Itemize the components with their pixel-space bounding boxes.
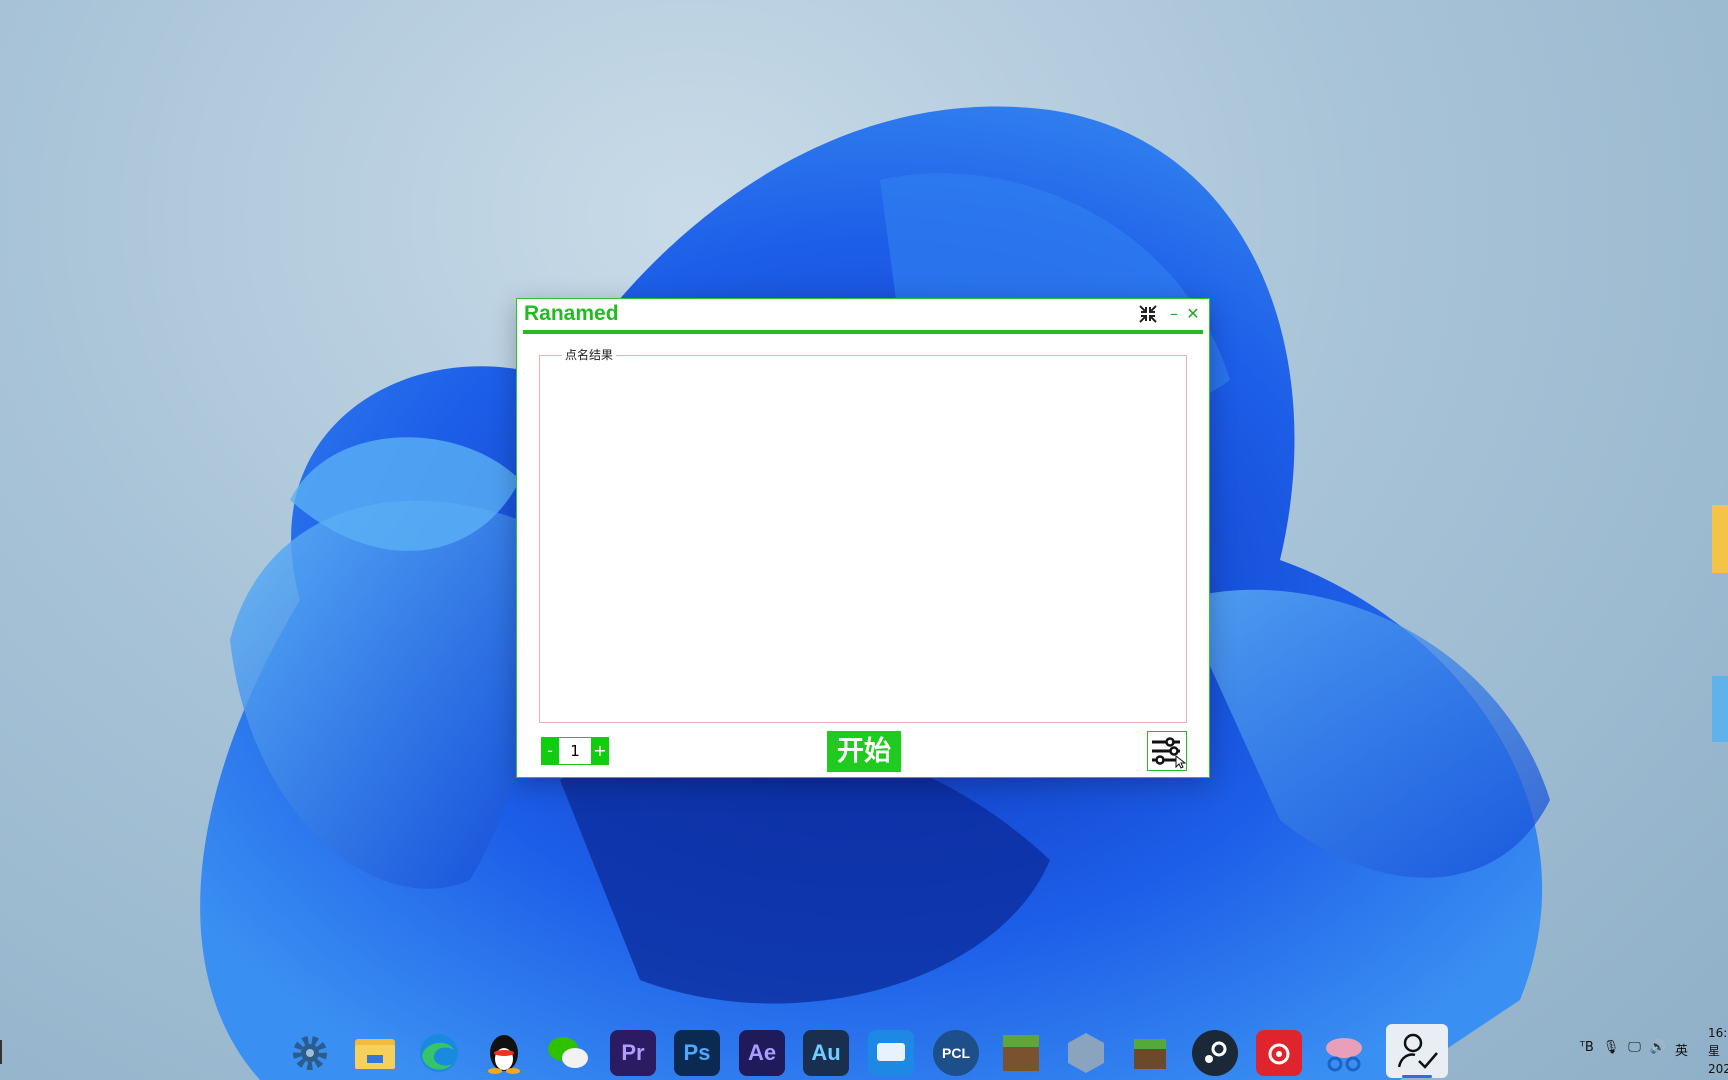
photoshop-icon[interactable]: Ps [674, 1030, 720, 1076]
ranamed-window: Ranamed – ✕ 点名结果 - 1 + 开始 [516, 298, 1210, 778]
edge-browser-icon[interactable] [416, 1030, 462, 1076]
qq-icon[interactable] [481, 1030, 527, 1076]
netease-music-icon[interactable] [1256, 1030, 1302, 1076]
window-title: Ranamed [524, 302, 619, 325]
ime-indicator[interactable]: 英 [1675, 1040, 1688, 1059]
premiere-icon[interactable]: Pr [610, 1030, 656, 1076]
result-group: 点名结果 [539, 346, 1187, 723]
minimize-icon[interactable]: – [1167, 304, 1181, 324]
clock-time: 16: [1708, 1026, 1728, 1040]
clock-year: 202 [1708, 1062, 1728, 1076]
edge-folder-fragment [1712, 505, 1728, 573]
tray-app-icon[interactable]: ᵀB [1580, 1040, 1594, 1059]
network-icon[interactable]: 🖵 [1628, 1040, 1641, 1059]
count-input[interactable]: 1 [559, 737, 591, 765]
close-icon[interactable]: ✕ [1185, 304, 1201, 324]
active-app-indicator [1402, 1075, 1432, 1078]
aftereffects-icon[interactable]: Ae [739, 1030, 785, 1076]
snipping-tool-icon[interactable] [1321, 1030, 1367, 1076]
title-divider [523, 330, 1203, 334]
result-group-label: 点名结果 [562, 346, 617, 363]
decrement-button[interactable]: - [541, 737, 559, 765]
system-tray: ᵀB 🎙 🖵 🔊 英 [1580, 1040, 1688, 1059]
ranamed-taskbar-icon[interactable] [1386, 1024, 1448, 1078]
pcl-launcher-icon[interactable]: PCL [933, 1030, 979, 1076]
settings-gear-icon[interactable] [287, 1030, 333, 1076]
clock-weekday: 星 [1708, 1044, 1721, 1058]
show-desktop-edge[interactable] [0, 1040, 2, 1064]
sliders-icon [1152, 737, 1187, 769]
hex-app-icon[interactable] [1063, 1030, 1109, 1076]
title-bar[interactable]: Ranamed – ✕ [517, 299, 1209, 334]
minecraft-icon[interactable] [998, 1030, 1044, 1076]
start-button[interactable]: 开始 [827, 731, 901, 772]
increment-button[interactable]: + [591, 737, 609, 765]
wechat-icon[interactable] [545, 1030, 591, 1076]
file-explorer-icon[interactable] [352, 1030, 398, 1076]
audition-icon[interactable]: Au [803, 1030, 849, 1076]
screen-share-icon[interactable] [868, 1030, 914, 1076]
edge-app-fragment [1712, 676, 1728, 742]
steam-icon[interactable] [1192, 1030, 1238, 1076]
microphone-icon[interactable]: 🎙 [1603, 1040, 1620, 1059]
volume-icon[interactable]: 🔊 [1650, 1040, 1666, 1059]
collapse-icon[interactable] [1137, 304, 1159, 324]
taskbar: Pr Ps Ae Au PCL [0, 1022, 1728, 1080]
clock[interactable]: 16: 星 202 [1708, 1024, 1728, 1078]
count-stepper[interactable]: - 1 + [541, 737, 609, 765]
settings-button[interactable] [1147, 731, 1187, 771]
minecraft-launcher-icon[interactable] [1127, 1030, 1173, 1076]
